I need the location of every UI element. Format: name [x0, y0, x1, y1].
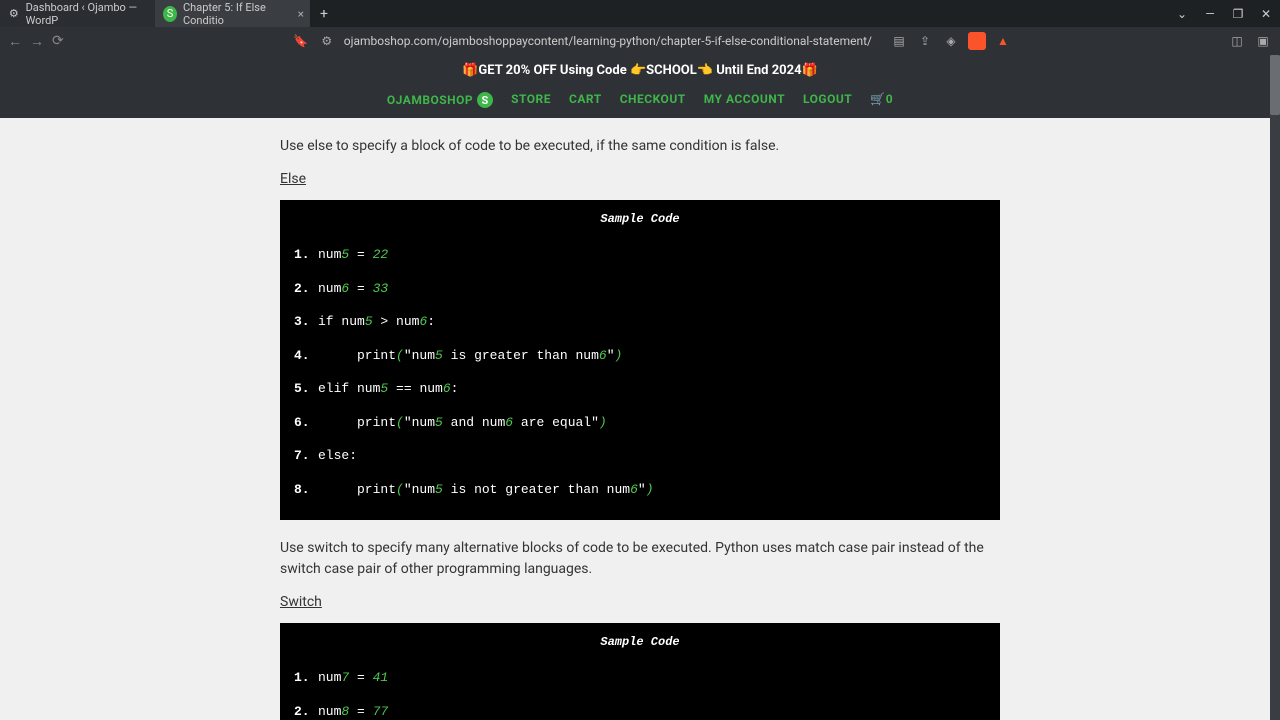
code-text: print("num5 and num6 are equal")	[318, 413, 607, 433]
code-line: 2.num6 = 33	[294, 272, 986, 306]
scrollbar-track[interactable]	[1270, 55, 1280, 720]
tab-title: Chapter 5: If Else Conditio	[183, 1, 302, 27]
subheading-switch: Switch	[280, 592, 1000, 613]
reader-icon[interactable]: ▤	[890, 32, 908, 50]
browser-titlebar: ⚙ Dashboard ‹ Ojambo — WordP S Chapter 5…	[0, 0, 1280, 27]
brave-shield-icon[interactable]	[968, 32, 986, 50]
code-text: num7 = 41	[318, 668, 388, 688]
line-number: 1.	[294, 668, 318, 688]
code-line: 2.num8 = 77	[294, 695, 986, 720]
sidebar-icon[interactable]: ◫	[1228, 32, 1246, 50]
url-text: ojamboshop.com/ojamboshoppaycontent/lear…	[344, 34, 872, 48]
code-text: else:	[318, 446, 357, 466]
minimize-button[interactable]: —	[1196, 0, 1224, 27]
code-block-switch: Sample Code 1.num7 = 412.num8 = 773.matc…	[280, 623, 1000, 720]
url-field[interactable]: 🔖 ⚙ ojamboshop.com/ojamboshoppaycontent/…	[284, 32, 880, 50]
promo-banner: 🎁GET 20% OFF Using Code 👉SCHOOL👈 Until E…	[0, 55, 1280, 86]
code-line: 8. print("num5 is not greater than num6"…	[294, 473, 986, 507]
code-text: print("num5 is not greater than num6")	[318, 480, 654, 500]
back-button[interactable]: ←	[8, 33, 22, 50]
code-text: if num5 > num6:	[318, 312, 435, 332]
article-body: Use else to specify a block of code to b…	[280, 118, 1000, 720]
cart-icon[interactable]: 🛒0	[870, 92, 893, 108]
line-number: 1.	[294, 245, 318, 265]
tab-title: Dashboard ‹ Ojambo — WordP	[26, 1, 147, 27]
line-number: 8.	[294, 480, 318, 500]
code-block-else: Sample Code 1.num5 = 222.num6 = 333.if n…	[280, 200, 1000, 520]
line-number: 6.	[294, 413, 318, 433]
rss-icon[interactable]: ◈	[942, 32, 960, 50]
brand-icon: S	[477, 92, 493, 108]
reload-button[interactable]: ⟳	[52, 33, 64, 49]
wordpress-icon: ⚙	[8, 7, 20, 21]
forward-button[interactable]: →	[30, 33, 44, 50]
nav-store[interactable]: STORE	[511, 92, 551, 108]
code-line: 4. print("num5 is greater than num6")	[294, 339, 986, 373]
paragraph-else-intro: Use else to specify a block of code to b…	[280, 136, 1000, 157]
line-number: 4.	[294, 346, 318, 366]
code-title: Sample Code	[294, 210, 986, 228]
nav-cart[interactable]: CART	[569, 92, 602, 108]
tab-dashboard[interactable]: ⚙ Dashboard ‹ Ojambo — WordP	[0, 0, 155, 27]
site-info-icon[interactable]: ⚙	[318, 32, 336, 50]
paragraph-switch-intro: Use switch to specify many alternative b…	[280, 538, 1000, 580]
share-icon[interactable]: ⇪	[916, 32, 934, 50]
nav-my-account[interactable]: MY ACCOUNT	[704, 92, 785, 108]
wallet-icon[interactable]: ▣	[1254, 32, 1272, 50]
site-nav: OJAMBOSHOP S STORE CART CHECKOUT MY ACCO…	[0, 86, 1280, 118]
line-number: 7.	[294, 446, 318, 466]
code-text: num6 = 33	[318, 279, 388, 299]
browser-tabs: ⚙ Dashboard ‹ Ojambo — WordP S Chapter 5…	[0, 0, 338, 27]
window-controls: ⌄ — ❐ ✕	[1168, 0, 1280, 27]
close-icon[interactable]: ×	[298, 7, 304, 21]
nav-checkout[interactable]: CHECKOUT	[620, 92, 686, 108]
tab-chapter-5[interactable]: S Chapter 5: If Else Conditio ×	[155, 0, 310, 27]
code-title: Sample Code	[294, 633, 986, 651]
page-content: 🎁GET 20% OFF Using Code 👉SCHOOL👈 Until E…	[0, 55, 1280, 720]
line-number: 2.	[294, 279, 318, 299]
bookmark-icon[interactable]: 🔖	[292, 32, 310, 50]
code-line: 6. print("num5 and num6 are equal")	[294, 406, 986, 440]
scrollbar-thumb[interactable]	[1270, 55, 1280, 115]
warning-icon[interactable]: ▲	[994, 32, 1012, 50]
maximize-button[interactable]: ❐	[1224, 0, 1252, 27]
code-line: 1.num5 = 22	[294, 238, 986, 272]
line-number: 2.	[294, 702, 318, 720]
new-tab-button[interactable]: +	[310, 6, 338, 22]
address-bar: ← → ⟳ 🔖 ⚙ ojamboshop.com/ojamboshoppayco…	[0, 27, 1280, 55]
code-line: 3.if num5 > num6:	[294, 305, 986, 339]
nav-logout[interactable]: LOGOUT	[803, 92, 852, 108]
line-number: 3.	[294, 312, 318, 332]
code-text: num8 = 77	[318, 702, 388, 720]
code-text: num5 = 22	[318, 245, 388, 265]
code-line: 7.else:	[294, 439, 986, 473]
code-line: 5.elif num5 == num6:	[294, 372, 986, 406]
close-window-button[interactable]: ✕	[1252, 0, 1280, 27]
code-line: 1.num7 = 41	[294, 661, 986, 695]
code-text: print("num5 is greater than num6")	[318, 346, 622, 366]
subheading-else: Else	[280, 169, 1000, 190]
line-number: 5.	[294, 379, 318, 399]
nav-brand[interactable]: OJAMBOSHOP S	[387, 92, 493, 108]
code-text: elif num5 == num6:	[318, 379, 458, 399]
site-favicon: S	[163, 7, 177, 21]
chevron-down-icon[interactable]: ⌄	[1168, 0, 1196, 27]
